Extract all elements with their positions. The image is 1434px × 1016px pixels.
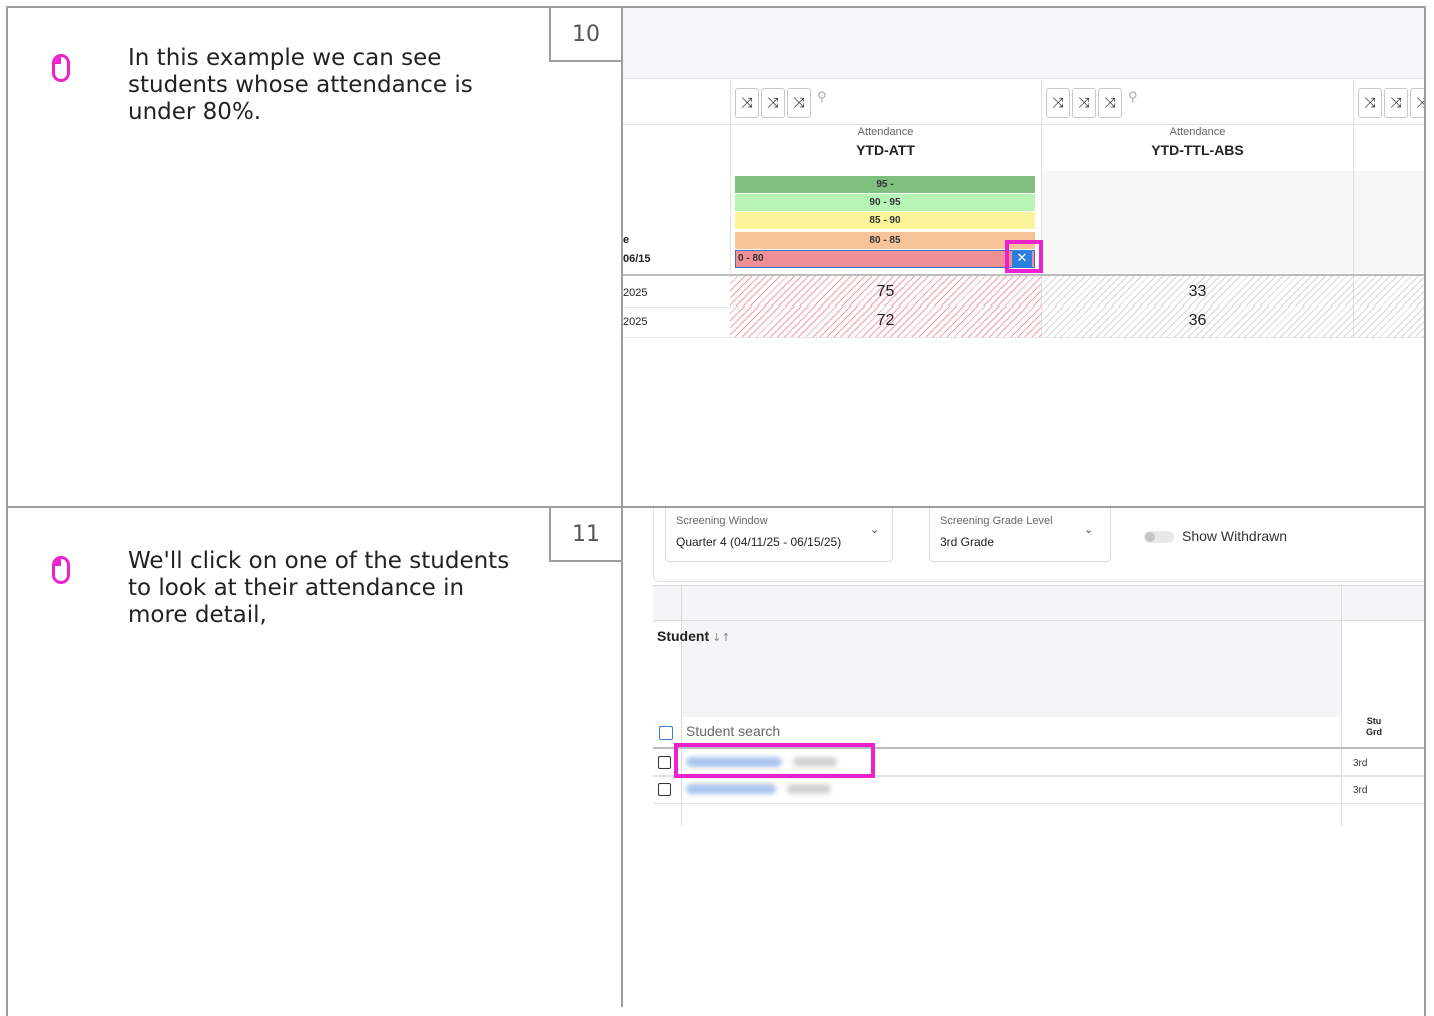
step-instruction: In this example we can see students whos… xyxy=(128,45,473,125)
pin-icon[interactable]: ⚲ xyxy=(817,90,827,105)
dropdown-label: Screening Grade Level xyxy=(940,515,1053,527)
row-checkbox[interactable] xyxy=(658,756,671,769)
ytd-ttl-abs-value: 36 xyxy=(1188,312,1207,329)
column-tools-ytd-att: ⤨ ⤨ ⤨ ⚲ xyxy=(735,87,827,119)
column-code: YTD-TTL-ABS xyxy=(1151,142,1244,158)
shuffle-icon[interactable]: ⤨ xyxy=(1098,88,1122,118)
row-date: 2025 xyxy=(623,287,648,299)
chevron-down-icon: ⌄ xyxy=(1084,523,1094,536)
top-band xyxy=(623,8,1424,79)
student-grade: 3rd xyxy=(1353,758,1368,769)
shuffle-icon[interactable]: ⤨ xyxy=(1358,88,1382,118)
student-grade: 3rd xyxy=(1353,785,1368,796)
student-column-header[interactable]: Student ↓↑ xyxy=(657,628,731,644)
column-tools-next: ⤨ ⤨ ⤨ xyxy=(1358,87,1424,119)
column-tools-ytd-ttl-abs: ⤨ ⤨ ⤨ ⚲ xyxy=(1046,87,1138,119)
dropdown-value: Quarter 4 (04/11/25 - 06/15/25) xyxy=(676,535,842,549)
step-number: 10 xyxy=(549,8,621,62)
screenshot-attendance-filter: ⤨ ⤨ ⤨ ⚲ ⤨ ⤨ ⤨ ⚲ ⤨ ⤨ ⤨ Attendance YTD-ATT… xyxy=(623,8,1424,506)
column-category: Attendance xyxy=(1169,126,1226,138)
shuffle-icon[interactable]: ⤨ xyxy=(1410,88,1424,118)
table-row[interactable]: 2025 75 33 xyxy=(623,274,1424,308)
student-search-input[interactable]: Student search xyxy=(686,723,780,739)
filter-band-90-95[interactable]: 90 - 95 xyxy=(735,194,1035,211)
step-instruction: We'll click on one of the students to lo… xyxy=(128,548,510,628)
mouse-click-icon xyxy=(52,54,70,82)
shuffle-icon[interactable]: ⤨ xyxy=(735,88,759,118)
screening-window-dropdown[interactable]: Screening Window Quarter 4 (04/11/25 - 0… xyxy=(665,508,893,562)
sort-icon[interactable]: ↓↑ xyxy=(712,631,730,644)
table-group-header xyxy=(653,586,1424,621)
click-highlight xyxy=(674,743,875,778)
column-header-ytd-att[interactable]: Attendance YTD-ATT xyxy=(730,126,1041,158)
screenshot-student-list: Screening Window Quarter 4 (04/11/25 - 0… xyxy=(623,508,1424,1007)
click-highlight xyxy=(1005,240,1043,273)
student-name-link[interactable] xyxy=(686,784,776,794)
next-column-cell xyxy=(1354,306,1424,337)
student-header-label: Student xyxy=(657,628,710,644)
row-checkbox[interactable] xyxy=(658,783,671,796)
show-withdrawn-label: Show Withdrawn xyxy=(1182,528,1288,544)
left-column-label: e xyxy=(623,234,630,246)
shuffle-icon[interactable]: ⤨ xyxy=(787,88,811,118)
ytd-ttl-abs-value: 33 xyxy=(1188,283,1207,300)
filter-zone-empty xyxy=(1354,171,1424,273)
pin-icon[interactable]: ⚲ xyxy=(1128,90,1138,105)
filter-band-0-80-selected[interactable]: 0 - 80 xyxy=(735,250,1035,268)
column-header-ytd-ttl-abs[interactable]: Attendance YTD-TTL-ABS xyxy=(1042,126,1353,158)
screening-grade-dropdown[interactable]: Screening Grade Level 3rd Grade ⌄ xyxy=(929,508,1111,562)
mouse-click-icon xyxy=(52,556,70,584)
step-number: 11 xyxy=(549,508,621,562)
grade-header-line: Grd xyxy=(1366,727,1383,737)
dropdown-value: 3rd Grade xyxy=(940,535,995,549)
show-withdrawn-toggle[interactable] xyxy=(1144,531,1174,543)
filter-band-95-plus[interactable]: 95 - xyxy=(735,176,1035,193)
table-row[interactable]: 3rd xyxy=(653,775,1424,804)
toggle-knob xyxy=(1145,532,1155,542)
ytd-att-value: 72 xyxy=(876,312,895,329)
filter-band-85-90[interactable]: 85 - 90 xyxy=(735,212,1035,229)
table-row[interactable]: 2025 72 36 xyxy=(623,306,1424,338)
select-all-checkbox[interactable] xyxy=(659,726,673,740)
shuffle-icon[interactable]: ⤨ xyxy=(761,88,785,118)
filter-zone-empty xyxy=(1042,171,1353,273)
student-column-header-bg xyxy=(681,621,1341,717)
shuffle-icon[interactable]: ⤨ xyxy=(1384,88,1408,118)
column-code: YTD-ATT xyxy=(856,142,915,158)
grade-header-line: Stu xyxy=(1366,716,1382,726)
filter-band-80-85[interactable]: 80 - 85 xyxy=(735,232,1035,249)
left-column-date: 06/15 xyxy=(623,253,651,265)
chevron-down-icon: ⌄ xyxy=(870,523,880,536)
ytd-att-value: 75 xyxy=(876,283,895,300)
shuffle-icon[interactable]: ⤨ xyxy=(1072,88,1096,118)
shuffle-icon[interactable]: ⤨ xyxy=(1046,88,1070,118)
student-grade-header: Stu Grd xyxy=(1366,716,1382,738)
student-id xyxy=(787,784,831,794)
row-date: 2025 xyxy=(623,316,648,328)
dropdown-label: Screening Window xyxy=(676,515,768,527)
column-category: Attendance xyxy=(857,126,914,138)
next-column-cell xyxy=(1354,276,1424,307)
